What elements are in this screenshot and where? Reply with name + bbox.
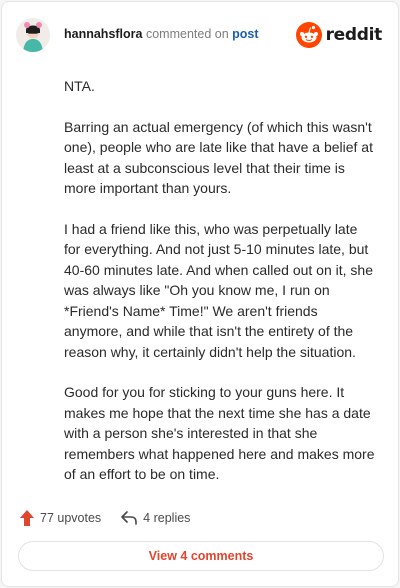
action-text: commented on: [145, 27, 229, 41]
upvote-count: 77 upvotes: [40, 511, 102, 525]
comment-paragraph: Barring an actual emergency (of which th…: [64, 118, 373, 197]
username-link[interactable]: hannahsflora: [64, 27, 143, 41]
comment-body: NTA. Barring an actual emergency (of whi…: [64, 76, 376, 505]
avatar-illustration: [16, 18, 50, 52]
upvote-button[interactable]: 77 upvotes: [20, 510, 101, 526]
view-comments-button[interactable]: View 4 comments: [18, 541, 384, 571]
comment-paragraph: Good for you for sticking to your guns h…: [64, 384, 375, 482]
avatar[interactable]: [16, 18, 50, 52]
post-link[interactable]: post: [232, 27, 258, 41]
comment-card: hannahsflora commented on post reddit NT…: [1, 1, 399, 587]
replies-button[interactable]: 4 replies: [121, 511, 190, 525]
comment-actions: 77 upvotes 4 replies: [20, 507, 190, 529]
comment-paragraph: NTA.: [64, 78, 95, 94]
comment-paragraph: I had a friend like this, who was perpet…: [64, 220, 373, 360]
comment-meta: hannahsflora commented on post: [64, 27, 259, 41]
reddit-wordmark: reddit: [325, 25, 383, 45]
upvote-arrow-icon: [20, 510, 34, 526]
comment-header: hannahsflora commented on post reddit: [16, 18, 382, 52]
reddit-snoo-icon: [295, 22, 322, 48]
reddit-logo[interactable]: reddit: [295, 21, 383, 49]
replies-count: 4 replies: [143, 511, 191, 525]
reply-arrow-icon: [121, 511, 137, 525]
